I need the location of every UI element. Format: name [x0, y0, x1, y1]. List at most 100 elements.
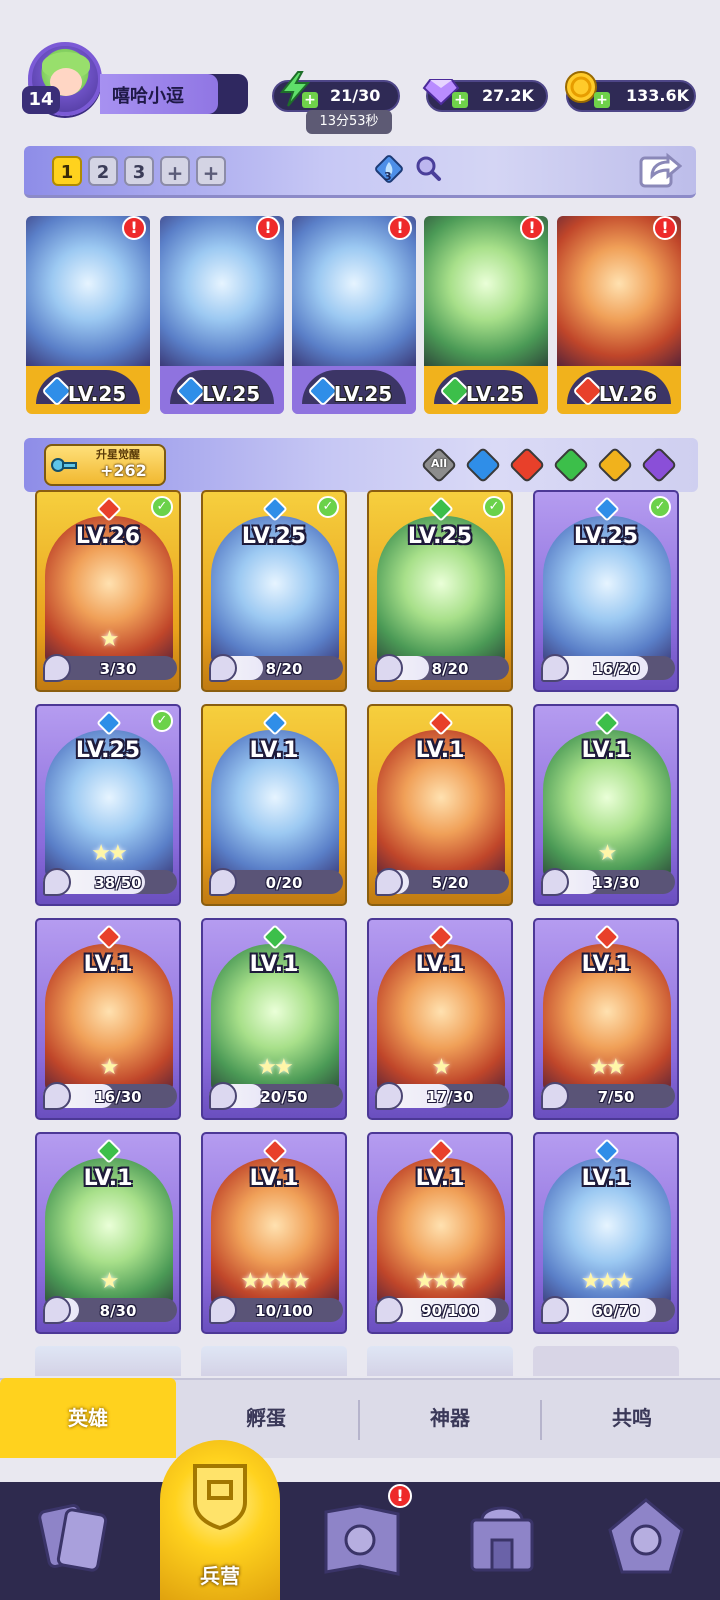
hero-card[interactable]: ✓ LV.26 ★ 3/30 — [35, 490, 181, 692]
shard-progress-text: 10/100 — [255, 1302, 313, 1320]
check-icon: ✓ — [483, 496, 505, 518]
filter-fire-icon[interactable] — [508, 446, 546, 484]
hero-level: LV.25 — [333, 382, 393, 406]
hero-level: LV.1 — [581, 738, 631, 763]
hero-card-peek — [35, 1346, 181, 1376]
hero-card[interactable]: ✓ LV.25 8/20 — [367, 490, 513, 692]
hero-card-peek — [367, 1346, 513, 1376]
awaken-count: +262 — [100, 461, 147, 480]
energy-value: 21/30 — [330, 86, 381, 105]
hero-card[interactable]: LV.1 ★ 8/30 — [35, 1132, 181, 1334]
shrine-icon[interactable] — [452, 1490, 552, 1590]
team-tab-2[interactable]: 2 — [88, 156, 118, 186]
guild-icon[interactable] — [596, 1490, 696, 1590]
hero-card[interactable]: LV.1 ★ 13/30 — [533, 704, 679, 906]
team-tab-add-2[interactable]: + — [196, 156, 226, 186]
hero-level: LV.25 — [241, 524, 307, 549]
hero-card[interactable]: LV.1 ★★★ 90/100 — [367, 1132, 513, 1334]
shard-progress-text: 16/30 — [94, 1088, 142, 1106]
player-name: 嘻哈小逗 — [112, 86, 184, 107]
team-hero-card[interactable]: LV.25 — [160, 216, 284, 414]
hero-card[interactable]: ✓ LV.25 8/20 — [201, 490, 347, 692]
search-icon[interactable] — [414, 154, 442, 182]
gems-value: 27.2K — [482, 86, 534, 105]
awaken-title: 升星觉醒 — [96, 448, 140, 461]
tab-resonance[interactable]: 共鸣 — [544, 1378, 720, 1458]
hero-card[interactable]: LV.1 0/20 — [201, 704, 347, 906]
alert-badge: ! — [653, 216, 677, 240]
filter-wind-icon[interactable] — [552, 446, 590, 484]
tab-heroes[interactable]: 英雄 — [0, 1378, 176, 1458]
filter-light-icon[interactable] — [596, 446, 634, 484]
cards-icon[interactable] — [22, 1490, 122, 1590]
shard-progress-text: 20/50 — [260, 1088, 308, 1106]
check-icon: ✓ — [151, 496, 173, 518]
filter-water-icon[interactable] — [464, 446, 502, 484]
filter-diamond — [596, 446, 634, 484]
filter-all-icon[interactable]: All — [420, 446, 458, 484]
hero-stars: ★ — [431, 1055, 452, 1080]
resonance-count: 3 — [384, 170, 392, 183]
team-hero-card[interactable]: LV.25 — [292, 216, 416, 414]
hero-level: LV.25 — [465, 382, 525, 406]
team-hero-card[interactable]: LV.25 — [26, 216, 150, 414]
shard-progress-text: 8/20 — [431, 660, 469, 678]
shard-progress-text: 8/20 — [265, 660, 303, 678]
hero-card[interactable]: LV.1 5/20 — [367, 704, 513, 906]
shard-progress-text: 8/30 — [99, 1302, 137, 1320]
hero-level: LV.1 — [581, 1166, 631, 1191]
hero-stars: ★ — [597, 841, 618, 866]
hero-level: LV.1 — [83, 952, 133, 977]
shard-progress-text: 5/20 — [431, 874, 469, 892]
hero-stars: ★ — [99, 627, 120, 652]
hero-stars: ★★ — [257, 1055, 293, 1080]
team-tab-add-1[interactable]: + — [160, 156, 190, 186]
hero-level: LV.1 — [415, 952, 465, 977]
hero-card[interactable]: LV.1 ★★★★ 10/100 — [201, 1132, 347, 1334]
check-icon: ✓ — [317, 496, 339, 518]
share-icon[interactable] — [638, 150, 682, 190]
tab-divider — [358, 1400, 360, 1440]
hero-level: LV.1 — [249, 1166, 299, 1191]
shard-progress-text: 90/100 — [421, 1302, 479, 1320]
team-hero-card[interactable]: LV.25 — [424, 216, 548, 414]
hero-card[interactable]: LV.1 ★★ 20/50 — [201, 918, 347, 1120]
team-tab-3[interactable]: 3 — [124, 156, 154, 186]
hero-stars: ★★★ — [414, 1269, 468, 1294]
check-icon: ✓ — [151, 710, 173, 732]
hero-level: LV.25 — [573, 524, 639, 549]
coins-value: 133.6K — [626, 86, 690, 105]
coins-add-button[interactable]: + — [594, 92, 610, 108]
hero-card[interactable]: LV.1 ★★ 7/50 — [533, 918, 679, 1120]
filter-all-label: All — [430, 457, 448, 470]
filter-diamond — [640, 446, 678, 484]
filter-dark-icon[interactable] — [640, 446, 678, 484]
shard-progress-text: 17/30 — [426, 1088, 474, 1106]
hero-level: LV.26 — [75, 524, 141, 549]
filter-diamond — [552, 446, 590, 484]
alert-badge: ! — [122, 216, 146, 240]
hero-card[interactable]: LV.1 ★ 16/30 — [35, 918, 181, 1120]
hero-card[interactable]: LV.1 ★ 17/30 — [367, 918, 513, 1120]
alert-badge: ! — [256, 216, 280, 240]
hero-card[interactable]: ✓ LV.25 16/20 — [533, 490, 679, 692]
hero-level: LV.1 — [249, 738, 299, 763]
nav-barracks-label: 兵营 — [200, 1564, 240, 1588]
hero-stars: ★ — [99, 1269, 120, 1294]
hero-card[interactable]: LV.1 ★★★ 60/70 — [533, 1132, 679, 1334]
map-alert-badge: ! — [388, 1484, 412, 1508]
team-hero-card[interactable]: LV.26 — [557, 216, 681, 414]
gems-add-button[interactable]: + — [452, 92, 468, 108]
shard-progress-text: 0/20 — [265, 874, 303, 892]
hero-level: LV.25 — [407, 524, 473, 549]
energy-add-button[interactable]: + — [302, 92, 318, 108]
hero-level: LV.1 — [415, 738, 465, 763]
tab-artifacts[interactable]: 神器 — [362, 1378, 538, 1458]
hero-stars: ★ — [99, 1055, 120, 1080]
tab-divider — [540, 1400, 542, 1440]
shard-progress-text: 7/50 — [597, 1088, 635, 1106]
team-tab-1[interactable]: 1 — [52, 156, 82, 186]
hero-level: LV.1 — [249, 952, 299, 977]
shard-progress-text: 16/20 — [592, 660, 640, 678]
hero-card[interactable]: ✓ LV.25 ★★ 38/50 — [35, 704, 181, 906]
